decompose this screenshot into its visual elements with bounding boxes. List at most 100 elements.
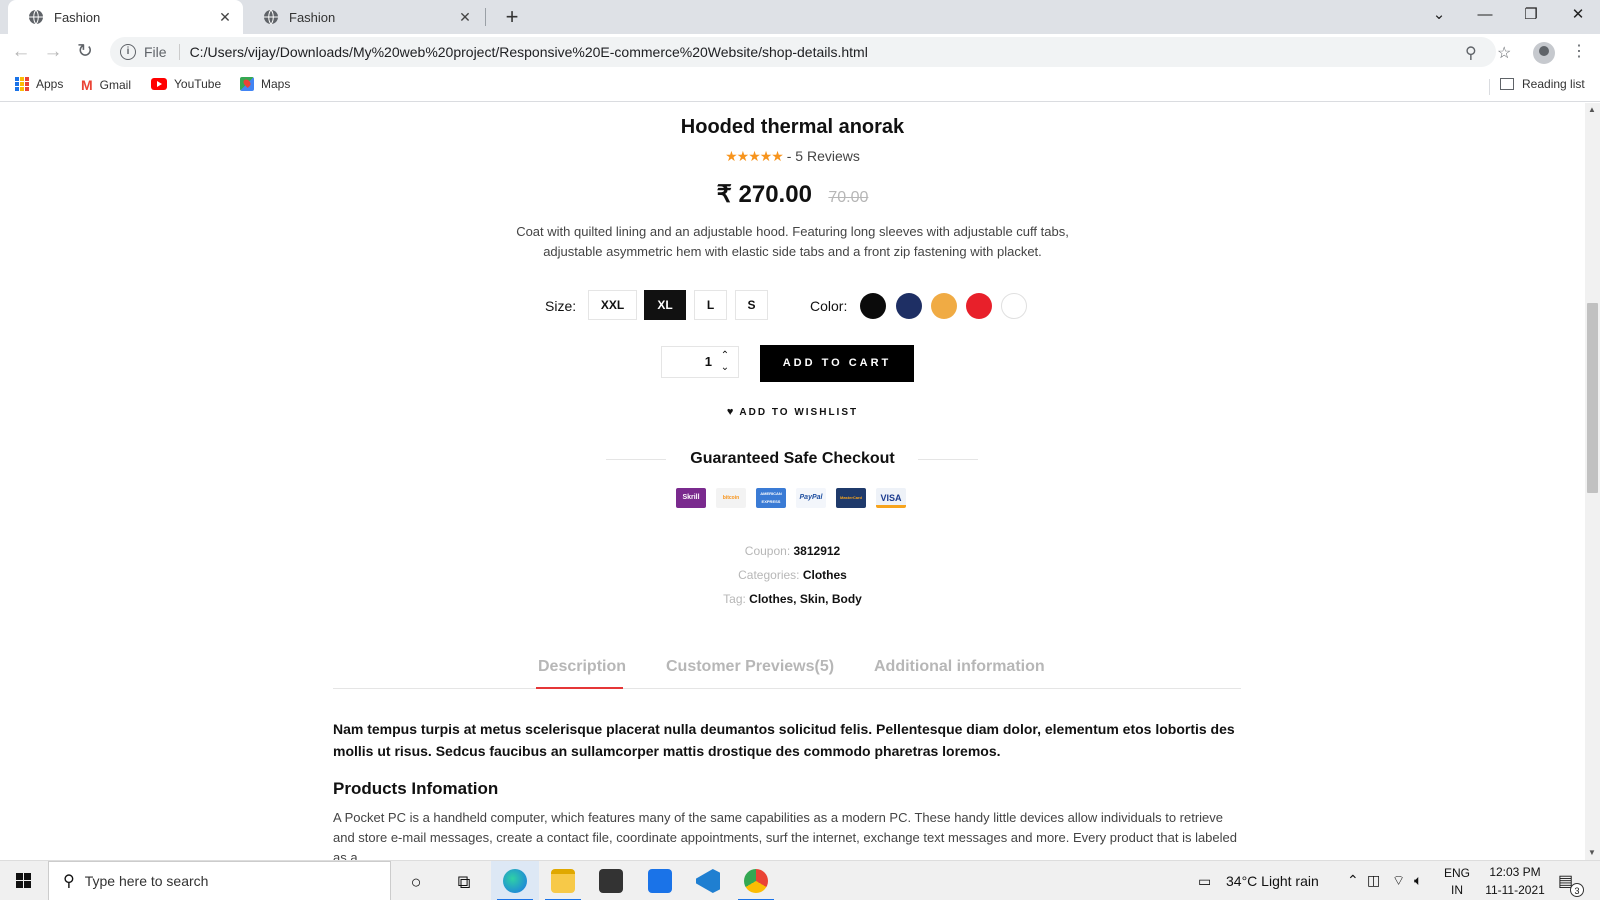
profile-avatar[interactable]	[1533, 42, 1555, 64]
close-icon[interactable]: ✕	[457, 9, 473, 26]
reading-list-button[interactable]: Reading list	[1500, 77, 1585, 91]
show-hidden-icons-icon[interactable]: ⌃	[1347, 872, 1359, 889]
tag-value[interactable]: Clothes, Skin, Body	[749, 592, 862, 606]
bookmark-gmail[interactable]: M Gmail	[81, 77, 131, 93]
edge-icon	[503, 869, 527, 893]
chevron-up-icon[interactable]: ⌃	[719, 350, 731, 361]
color-swatch-black[interactable]	[860, 293, 886, 319]
close-window-button[interactable]: ✕	[1565, 4, 1591, 26]
color-swatch-navy[interactable]	[896, 293, 922, 319]
reading-list-label: Reading list	[1522, 77, 1585, 91]
color-swatch-orange[interactable]	[931, 293, 957, 319]
vscode-app[interactable]	[684, 861, 732, 900]
reading-list-icon	[1500, 78, 1514, 90]
edge-app[interactable]	[491, 861, 539, 900]
categories-label: Categories:	[738, 568, 800, 582]
categories-line: Categories: Clothes	[0, 568, 1585, 582]
menu-kebab-icon[interactable]: ⋮	[1571, 42, 1587, 62]
search-placeholder: Type here to search	[84, 873, 209, 889]
meet-now-icon[interactable]: ◫	[1367, 872, 1380, 889]
globe-icon	[29, 9, 43, 25]
weather-icon[interactable]: ▭	[1198, 873, 1211, 890]
bookmarks-bar: Apps M Gmail YouTube Maps Reading list	[0, 70, 1600, 102]
store-app[interactable]	[587, 861, 635, 900]
tab-customer-previews[interactable]: Customer Previews(5)	[666, 658, 834, 676]
weather-text[interactable]: 34°C Light rain	[1226, 873, 1319, 889]
size-option-s[interactable]: S	[735, 290, 768, 320]
apps-grid-icon	[15, 77, 29, 91]
forward-button[interactable]: →	[40, 39, 66, 65]
tab-search-chevron-icon[interactable]: ⌄	[1426, 4, 1452, 26]
gmail-icon: M	[81, 77, 93, 93]
bookmarks-divider	[1489, 79, 1490, 95]
star-bookmark-icon[interactable]: ☆	[1497, 43, 1511, 63]
categories-value[interactable]: Clothes	[803, 568, 847, 582]
language-code[interactable]: ENG	[1442, 866, 1472, 880]
minimize-button[interactable]: —	[1472, 4, 1498, 26]
tab-additional-information[interactable]: Additional information	[874, 658, 1045, 676]
notification-badge: 3	[1570, 883, 1584, 897]
bookmark-label: Maps	[261, 77, 291, 91]
color-swatch-red[interactable]	[966, 293, 992, 319]
scroll-up-icon[interactable]: ▲	[1588, 105, 1596, 114]
page-scrollbar[interactable]: ▲ ▼	[1585, 103, 1600, 860]
info-icon[interactable]: i	[120, 44, 136, 60]
add-to-cart-button[interactable]: ADD TO CART	[760, 345, 914, 382]
tab-divider	[485, 8, 486, 26]
scroll-down-icon[interactable]: ▼	[1588, 848, 1596, 857]
youtube-icon	[151, 78, 167, 90]
browser-tab-bar: Fashion ✕ Fashion ✕ + ⌄ — ❐ ✕	[0, 0, 1600, 34]
windows-start-icon[interactable]	[16, 873, 31, 888]
language-region[interactable]: IN	[1442, 883, 1472, 897]
search-icon: ⚲	[63, 873, 75, 890]
file-label: File	[144, 44, 167, 60]
back-button[interactable]: ←	[8, 39, 34, 65]
tab-title: Fashion	[289, 9, 336, 25]
add-to-wishlist-link[interactable]: ♥ ADD TO WISHLIST	[0, 406, 1585, 418]
quantity-stepper[interactable]: 1 ⌃ ⌄	[661, 346, 739, 378]
cortana-icon[interactable]: ○	[403, 869, 429, 895]
size-option-xxl[interactable]: XXL	[588, 290, 637, 320]
bookmark-youtube[interactable]: YouTube	[151, 77, 221, 91]
bookmark-apps[interactable]: Apps	[15, 77, 63, 91]
wishlist-label: ADD TO WISHLIST	[739, 407, 859, 418]
active-tab-underline	[536, 687, 623, 689]
new-tab-button[interactable]: +	[500, 5, 524, 29]
size-label: Size:	[545, 298, 577, 314]
close-icon[interactable]: ✕	[217, 9, 233, 26]
address-bar[interactable]: i File C:/Users/vijay/Downloads/My%20web…	[110, 37, 1496, 67]
old-price: 70.00	[828, 189, 869, 206]
size-option-xl[interactable]: XL	[644, 290, 686, 320]
browser-tab-active[interactable]: Fashion ✕	[8, 0, 243, 34]
url-text[interactable]: C:/Users/vijay/Downloads/My%20web%20proj…	[190, 44, 868, 60]
omnibox-divider	[178, 44, 180, 60]
products-info-text: A Pocket PC is a handheld computer, whic…	[333, 810, 1237, 860]
task-view-icon[interactable]: ⧉	[451, 869, 477, 895]
color-label: Color:	[810, 298, 848, 314]
clock-time[interactable]: 12:03 PM	[1475, 865, 1555, 879]
mail-app[interactable]	[636, 861, 684, 900]
reload-button[interactable]: ↻	[72, 39, 98, 65]
vscode-icon	[696, 869, 720, 893]
browser-tab[interactable]: Fashion ✕	[243, 0, 483, 34]
chevron-down-icon[interactable]: ⌄	[719, 362, 731, 373]
visa-logo: VISA	[876, 488, 906, 508]
mail-icon	[648, 869, 672, 893]
zoom-icon[interactable]: ⚲	[1465, 43, 1477, 63]
quantity-value[interactable]: 1	[662, 354, 712, 369]
maps-icon	[240, 77, 254, 91]
restore-button[interactable]: ❐	[1518, 4, 1544, 26]
size-option-l[interactable]: L	[694, 290, 727, 320]
tag-label: Tag:	[723, 592, 746, 606]
clock-date[interactable]: 11-11-2021	[1475, 883, 1555, 897]
color-swatch-white[interactable]	[1001, 293, 1027, 319]
wifi-icon[interactable]: ⌔	[1392, 872, 1405, 890]
chrome-app[interactable]	[732, 861, 780, 900]
scrollbar-thumb[interactable]	[1587, 303, 1598, 493]
product-description: Coat with quilted lining and an adjustab…	[516, 224, 1069, 259]
volume-icon[interactable]: 🔈︎	[1414, 872, 1422, 889]
file-explorer-app[interactable]	[539, 861, 587, 900]
tab-description[interactable]: Description	[538, 658, 626, 676]
bookmark-maps[interactable]: Maps	[240, 77, 290, 91]
taskbar-search-box[interactable]: ⚲ Type here to search	[48, 861, 391, 900]
